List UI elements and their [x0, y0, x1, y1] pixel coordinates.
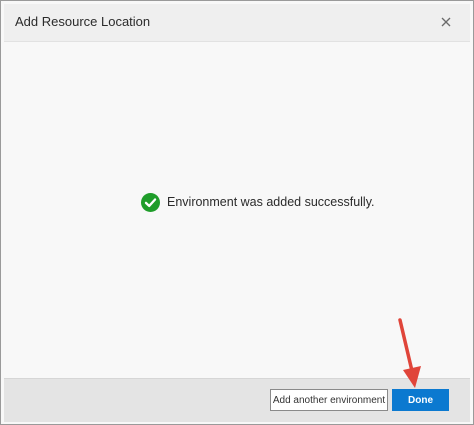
success-message: Environment was added successfully. — [141, 192, 375, 212]
dialog-title: Add Resource Location — [15, 14, 151, 29]
success-text: Environment was added successfully. — [167, 195, 375, 209]
check-circle-icon — [141, 192, 160, 212]
dialog-body: Environment was added successfully. — [4, 42, 470, 378]
dialog-footer: Add another environment Done — [4, 378, 470, 422]
add-another-environment-button[interactable]: Add another environment — [270, 389, 388, 411]
close-button[interactable] — [436, 12, 456, 32]
done-button[interactable]: Done — [392, 389, 449, 411]
close-icon — [441, 17, 451, 27]
dialog-window: Add Resource Location Environment was ad… — [0, 0, 474, 425]
dialog-header: Add Resource Location — [4, 4, 470, 42]
